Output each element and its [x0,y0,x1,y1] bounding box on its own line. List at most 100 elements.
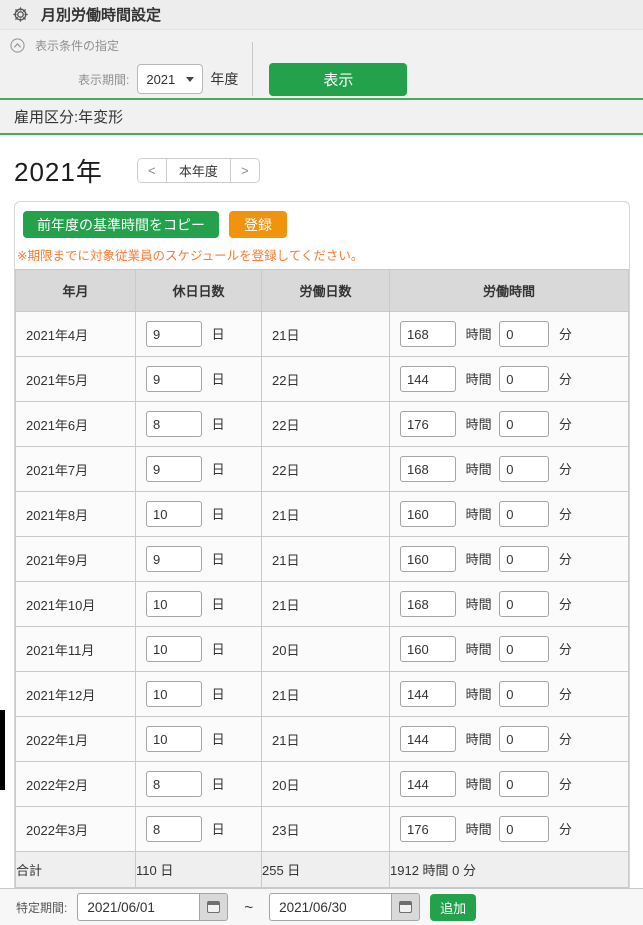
holiday-days-input[interactable] [146,636,202,662]
hour-unit-label: 時間 [466,822,492,837]
holiday-days-input[interactable] [146,321,202,347]
next-year-button[interactable]: > [231,159,259,182]
copy-standard-hours-button[interactable]: 前年度の基準時間をコピー [23,211,219,238]
monthly-hours-table: 年月 休日日数 労働日数 労働時間 2021年4月 日 21日 時間 分 202… [15,269,629,888]
total-label: 合計 [16,852,136,888]
work-hours-input[interactable] [400,681,456,707]
month-cell: 2021年8月 [16,492,136,537]
hour-unit-label: 時間 [466,642,492,657]
start-date-input[interactable] [77,893,199,921]
holiday-days-input[interactable] [146,411,202,437]
holiday-days-input[interactable] [146,816,202,842]
work-minutes-input[interactable] [499,321,549,347]
collapse-chevron-icon[interactable] [10,38,25,53]
holiday-days-input[interactable] [146,591,202,617]
day-unit-label: 日 [212,687,225,702]
work-hours-input[interactable] [400,771,456,797]
work-minutes-input[interactable] [499,771,549,797]
work-hours-input[interactable] [400,321,456,347]
specific-period-bar: 特定期間: ~ 追加 [0,888,643,925]
holiday-days-input[interactable] [146,681,202,707]
table-row: 2021年4月 日 21日 時間 分 [16,312,629,357]
work-minutes-input[interactable] [499,591,549,617]
workdays-cell: 22日 [262,357,390,402]
calendar-icon [399,901,412,913]
end-date-group [269,893,420,921]
work-minutes-input[interactable] [499,726,549,752]
add-period-button[interactable]: 追加 [430,894,476,921]
end-date-calendar-button[interactable] [391,893,420,921]
month-cell: 2022年3月 [16,807,136,852]
month-cell: 2022年1月 [16,717,136,762]
work-hours-input[interactable] [400,726,456,752]
work-hours-input[interactable] [400,501,456,527]
hour-unit-label: 時間 [466,327,492,342]
minute-unit-label: 分 [559,372,572,387]
work-hours-input[interactable] [400,591,456,617]
month-cell: 2022年2月 [16,762,136,807]
year-select[interactable]: 2021 [137,64,203,94]
workdays-cell: 21日 [262,492,390,537]
hour-unit-label: 時間 [466,417,492,432]
hour-unit-label: 時間 [466,462,492,477]
total-row: 合計 110 日 255 日 1912 時間 0 分 [16,852,629,888]
total-workdays: 255 日 [262,852,390,888]
work-minutes-input[interactable] [499,681,549,707]
col-header-workdays: 労働日数 [262,270,390,312]
work-minutes-input[interactable] [499,366,549,392]
screenshot-artifact [0,710,5,790]
work-minutes-input[interactable] [499,501,549,527]
holiday-days-input[interactable] [146,726,202,752]
filter-section-label: 表示条件の指定 [35,37,119,54]
minute-unit-label: 分 [559,597,572,612]
filter-form-row: 表示期間: 2021 年度 表示 [0,60,643,98]
gear-icon[interactable] [12,6,29,23]
employment-bar: 雇用区分:年変形 [0,100,643,133]
chevron-down-icon [186,77,194,82]
work-hours-input[interactable] [400,456,456,482]
holiday-days-input[interactable] [146,771,202,797]
work-hours-input[interactable] [400,411,456,437]
hour-unit-label: 時間 [466,777,492,792]
work-minutes-input[interactable] [499,546,549,572]
table-row: 2021年10月 日 21日 時間 分 [16,582,629,627]
employment-label: 雇用区分:年変形 [14,106,123,127]
month-cell: 2021年9月 [16,537,136,582]
workdays-cell: 22日 [262,447,390,492]
workdays-cell: 21日 [262,312,390,357]
prev-year-button[interactable]: < [138,159,166,182]
table-row: 2021年6月 日 22日 時間 分 [16,402,629,447]
work-minutes-input[interactable] [499,816,549,842]
hour-unit-label: 時間 [466,507,492,522]
workdays-cell: 21日 [262,537,390,582]
minute-unit-label: 分 [559,462,572,477]
holiday-days-input[interactable] [146,501,202,527]
end-date-input[interactable] [269,893,391,921]
current-year-button[interactable]: 本年度 [166,159,231,182]
work-minutes-input[interactable] [499,456,549,482]
start-date-calendar-button[interactable] [199,893,228,921]
day-unit-label: 日 [212,642,225,657]
date-range-separator: ~ [244,899,253,916]
holiday-days-input[interactable] [146,366,202,392]
workdays-cell: 21日 [262,582,390,627]
work-hours-input[interactable] [400,636,456,662]
table-row: 2021年9月 日 21日 時間 分 [16,537,629,582]
filter-toggle[interactable]: 表示条件の指定 [0,30,643,54]
day-unit-label: 日 [212,597,225,612]
hour-unit-label: 時間 [466,597,492,612]
month-cell: 2021年10月 [16,582,136,627]
holiday-days-input[interactable] [146,456,202,482]
month-rows: 2021年4月 日 21日 時間 分 2021年5月 日 22日 時間 分 20… [16,312,629,852]
day-unit-label: 日 [212,777,225,792]
work-minutes-input[interactable] [499,636,549,662]
register-button[interactable]: 登録 [229,211,287,238]
month-cell: 2021年12月 [16,672,136,717]
work-hours-input[interactable] [400,546,456,572]
work-hours-input[interactable] [400,366,456,392]
work-minutes-input[interactable] [499,411,549,437]
show-button[interactable]: 表示 [269,63,407,96]
holiday-days-input[interactable] [146,546,202,572]
year-suffix-label: 年度 [210,69,238,89]
work-hours-input[interactable] [400,816,456,842]
